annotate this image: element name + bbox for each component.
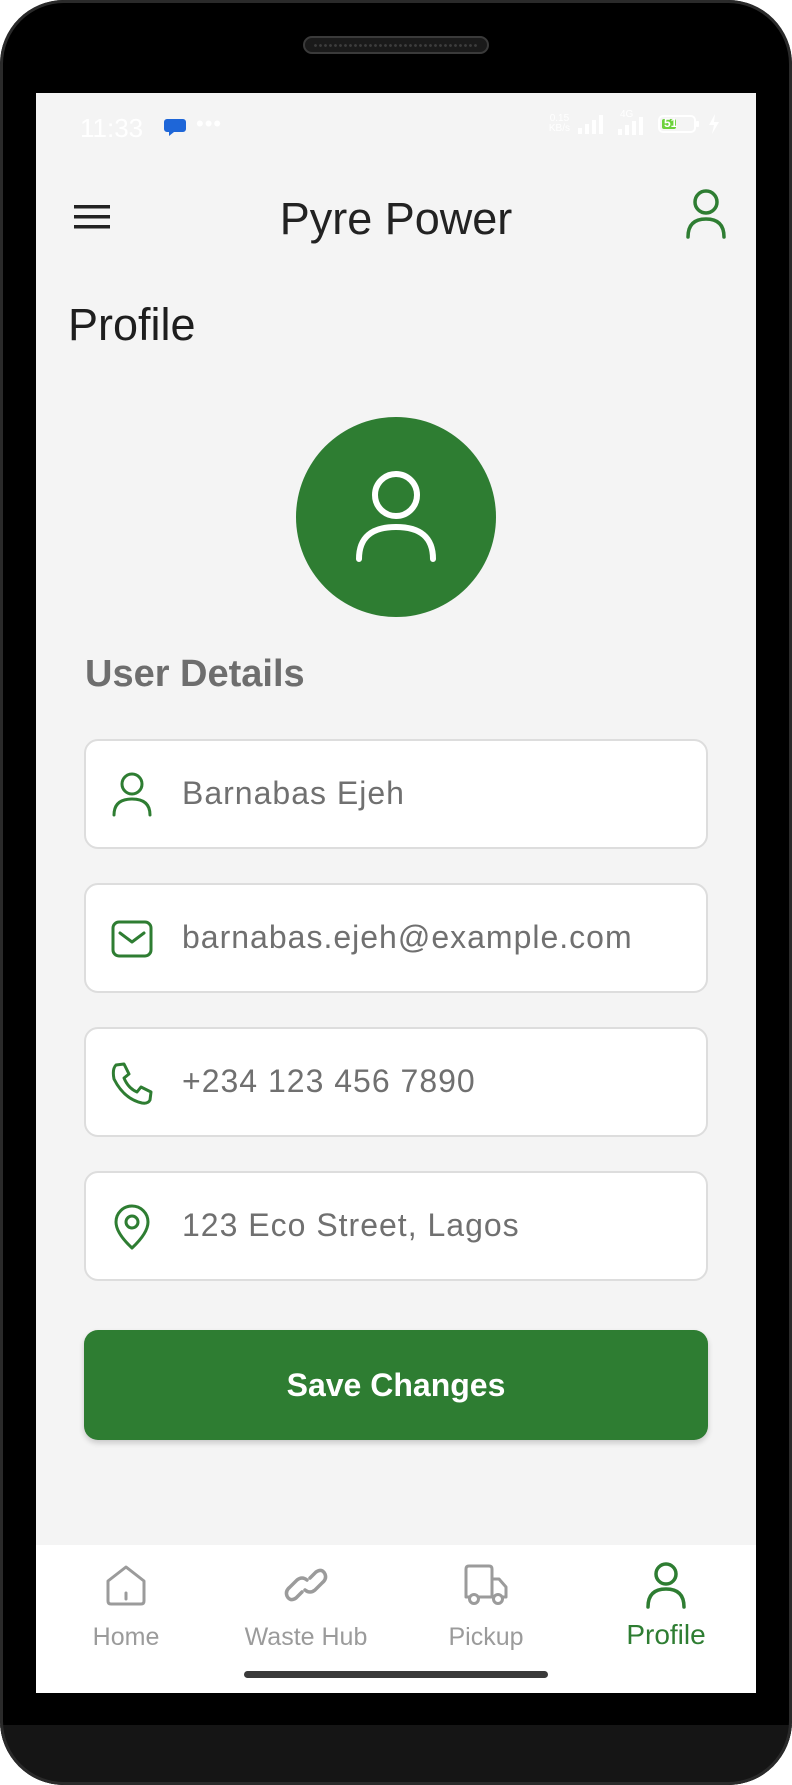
user-icon xyxy=(108,771,156,819)
nav-item-waste-hub[interactable]: Waste Hub xyxy=(216,1545,396,1665)
email-input[interactable] xyxy=(182,919,682,956)
nav-label-pickup: Pickup xyxy=(448,1623,524,1651)
nav-item-home[interactable]: Home xyxy=(36,1545,216,1665)
status-time: 11:33 xyxy=(80,113,144,143)
signal-icon xyxy=(578,115,603,134)
link-icon xyxy=(282,1561,330,1609)
phone-field[interactable] xyxy=(84,1027,708,1137)
email-field[interactable] xyxy=(84,883,708,993)
nav-label-profile: Profile xyxy=(626,1619,706,1650)
phone-frame: 11:33 ••• 0.15 KB/s 4G 51 Pyre Power Pro… xyxy=(0,0,792,1785)
app-title: Pyre Power xyxy=(279,193,513,244)
home-icon xyxy=(102,1561,150,1609)
battery-icon: 51 xyxy=(658,114,700,134)
page-title: Profile xyxy=(68,299,196,350)
status-bar: 11:33 ••• 0.15 KB/s 4G 51 xyxy=(36,93,756,143)
nav-item-pickup[interactable]: Pickup xyxy=(396,1545,576,1665)
status-more-dots: ••• xyxy=(196,111,223,136)
nav-label-home: Home xyxy=(92,1623,160,1651)
status-right-group: 0.15 KB/s 4G 51 xyxy=(549,109,720,135)
section-title-user-details: User Details xyxy=(85,653,305,695)
signal-icon-secondary xyxy=(618,117,643,135)
app-screen: 11:33 ••• 0.15 KB/s 4G 51 Pyre Power Pro… xyxy=(36,93,756,1693)
phone-icon xyxy=(108,1059,156,1107)
address-input[interactable] xyxy=(182,1207,682,1244)
mail-icon xyxy=(108,915,156,963)
nav-label-waste-hub: Waste Hub xyxy=(244,1623,368,1651)
header-user-icon[interactable] xyxy=(682,187,730,243)
truck-icon xyxy=(462,1561,510,1609)
network-speed-unit: KB/s xyxy=(548,123,570,134)
phone-bottom-bezel xyxy=(0,1725,792,1785)
message-notification-icon xyxy=(164,117,186,142)
app-header: Pyre Power xyxy=(36,183,756,253)
home-indicator[interactable] xyxy=(244,1671,548,1678)
phone-speaker xyxy=(303,36,489,54)
location-pin-icon xyxy=(108,1203,156,1251)
save-changes-button[interactable]: Save Changes xyxy=(84,1330,708,1440)
user-icon xyxy=(356,471,436,562)
name-field[interactable] xyxy=(84,739,708,849)
name-input[interactable] xyxy=(182,775,682,812)
user-icon xyxy=(642,1561,690,1609)
address-field[interactable] xyxy=(84,1171,708,1281)
network-speed: 0.15 KB/s xyxy=(549,114,570,134)
phone-input[interactable] xyxy=(182,1063,682,1100)
nav-item-profile[interactable]: Profile xyxy=(576,1545,756,1665)
profile-avatar[interactable] xyxy=(296,417,496,617)
battery-level: 51 xyxy=(664,116,678,130)
charging-icon xyxy=(709,114,719,134)
